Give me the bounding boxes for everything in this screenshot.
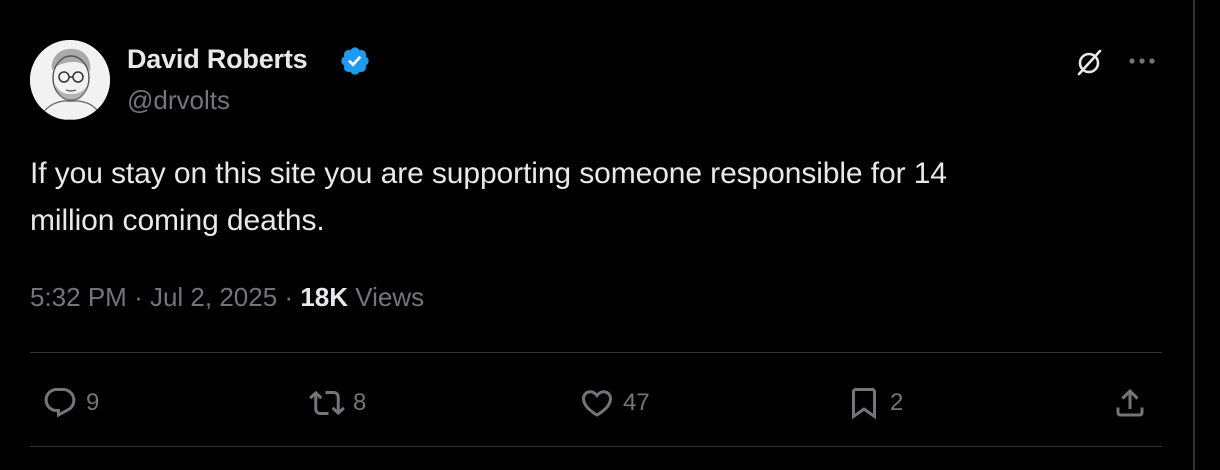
separator: · — [284, 282, 294, 312]
divider — [30, 352, 1162, 353]
reply-count: 9 — [86, 389, 100, 416]
bookmark-count: 2 — [890, 389, 904, 416]
views-count: 18K — [300, 282, 349, 312]
separator: · — [134, 282, 143, 312]
tweet-date[interactable]: Jul 2, 2025 — [150, 282, 277, 312]
author-name[interactable]: David Roberts — [127, 44, 308, 75]
avatar[interactable] — [30, 40, 110, 120]
views-label: Views — [355, 282, 425, 312]
author-handle[interactable]: @drvolts — [127, 85, 230, 116]
like-icon — [581, 390, 613, 417]
verified-badge-icon — [341, 47, 369, 75]
tweet-text-line: million coming deaths. — [30, 204, 325, 237]
share-icon — [1116, 388, 1144, 417]
repost-icon — [309, 390, 345, 416]
divider — [30, 446, 1162, 447]
repost-count: 8 — [353, 389, 367, 416]
column-border — [1193, 0, 1195, 470]
repost-button[interactable]: 8 — [307, 385, 366, 421]
tweet-time[interactable]: 5:32 PM — [30, 282, 127, 312]
more-icon[interactable] — [1125, 50, 1159, 72]
grok-icon[interactable] — [1073, 46, 1105, 78]
tweet-meta: 5:32 PM · Jul 2, 2025 · 18K Views — [30, 282, 424, 313]
reply-icon — [44, 388, 76, 418]
tweet-text-line: If you stay on this site you are support… — [30, 157, 947, 190]
share-button[interactable] — [1110, 385, 1150, 421]
tweet-detail: David Roberts @drvolts If you stay on th… — [30, 0, 1162, 470]
like-count: 47 — [623, 389, 650, 416]
reply-button[interactable]: 9 — [40, 385, 99, 421]
like-button[interactable]: 47 — [577, 385, 650, 421]
bookmark-button[interactable]: 2 — [844, 385, 903, 421]
tweet-text: If you stay on this site you are support… — [30, 150, 1140, 244]
bookmark-icon — [852, 388, 876, 420]
